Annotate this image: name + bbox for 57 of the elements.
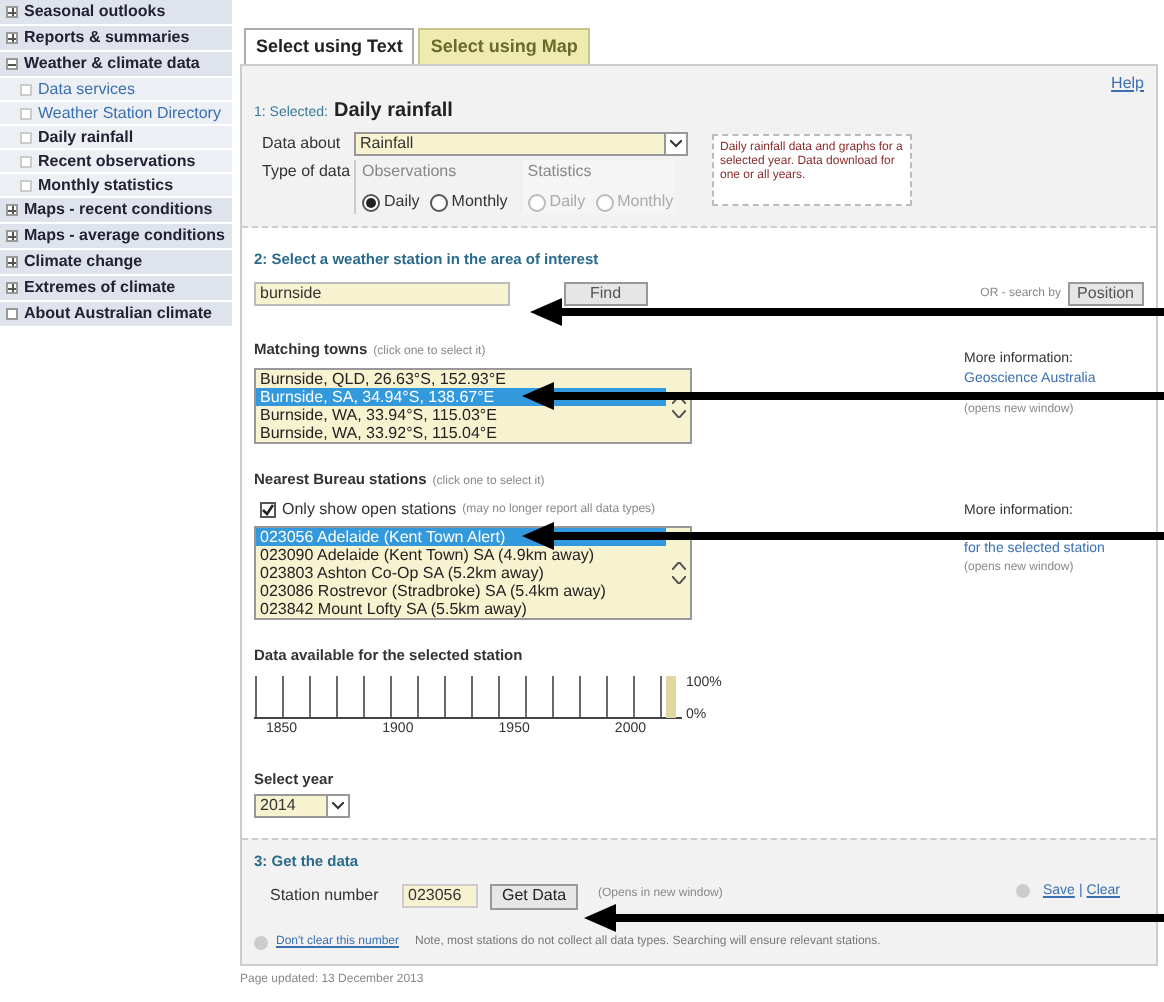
tab[interactable]: Select using Text [244,28,415,64]
scroll-down-icon[interactable] [671,409,685,418]
year-select[interactable]: 2014 [254,794,350,819]
station-option[interactable]: 023803 Ashton Co-Op SA (5.2km away) [256,564,666,583]
checkbox-label: Only show open stations [282,498,457,523]
radio-label: Daily [549,190,586,214]
scroll-up-icon[interactable] [671,562,685,571]
sidebar-subitem[interactable]: Recent observations [0,150,232,174]
town-option[interactable]: Burnside, QLD, 26.63°S, 152.93°E [256,370,666,389]
tab[interactable]: Select using Map [418,28,590,64]
data-about-select[interactable]: Rainfall [354,132,688,156]
sidebar-item[interactable]: Extremes of climate [0,276,232,302]
sidebar-item[interactable]: Maps - recent conditions [0,198,232,224]
info-icon [1016,884,1031,898]
station-number-field[interactable]: 023056 [402,884,478,908]
radio-label: Monthly [451,190,508,214]
group-label: Statistics [527,160,594,184]
sidebar-subitem[interactable]: Weather Station Directory [0,102,232,126]
caret-icon [326,796,348,817]
sidebar-item[interactable]: Climate change [0,250,232,276]
station-option[interactable]: 023086 Rostrevor (Stradbroke) SA (5.4km away) [256,582,666,601]
bullet-icon [20,83,32,95]
find-button[interactable]: Find [564,282,648,307]
bullet-icon [20,131,32,143]
bullet-icon [6,308,18,320]
sidebar-subitem[interactable]: Daily rainfall [0,126,232,150]
bullet-icon [20,155,32,167]
search-field[interactable]: burnside [254,282,510,307]
sidebar-item[interactable]: Weather & climate data [0,52,232,78]
field-label: Station number [270,884,381,908]
radio-button[interactable] [429,193,448,211]
bullet-icon [20,107,32,119]
town-option[interactable]: Burnside, WA, 33.94°S, 115.03°E [256,406,666,425]
help-link[interactable]: Help [1111,72,1144,96]
town-option[interactable]: Burnside, WA, 33.92°S, 115.04°E [256,424,666,443]
info-icon [254,935,268,949]
sidebar-item[interactable]: About Australian climate [0,302,232,328]
caret-icon [664,134,686,154]
field-label: Data about [262,132,342,156]
checkbox[interactable] [260,502,276,519]
bullet-icon [20,179,32,191]
scroll-up-icon[interactable] [671,395,685,404]
station-option[interactable]: 023090 Adelaide (Kent Town) SA (4.9km away) [256,546,666,565]
radio-label: Daily [384,190,420,214]
sidebar-item[interactable]: Reports & summaries [0,26,232,52]
station-option[interactable]: 023842 Mount Lofty SA (5.5km away) [256,600,666,619]
sidebar-subitem[interactable]: Monthly statistics [0,174,232,198]
group-label: Observations [362,160,459,184]
scroll-down-icon[interactable] [671,576,685,585]
selected-title: Daily rainfall [333,98,453,126]
sidebar-item[interactable]: Maps - average conditions [0,224,232,250]
sidebar-subitem[interactable]: Data services [0,78,232,102]
position-button[interactable]: Position [1067,282,1144,307]
sidebar-item[interactable]: Seasonal outlooks [0,0,232,26]
radio-label: Monthly [617,190,674,214]
radio-button[interactable] [362,193,380,211]
get-data-button[interactable]: Get Data [490,883,579,909]
